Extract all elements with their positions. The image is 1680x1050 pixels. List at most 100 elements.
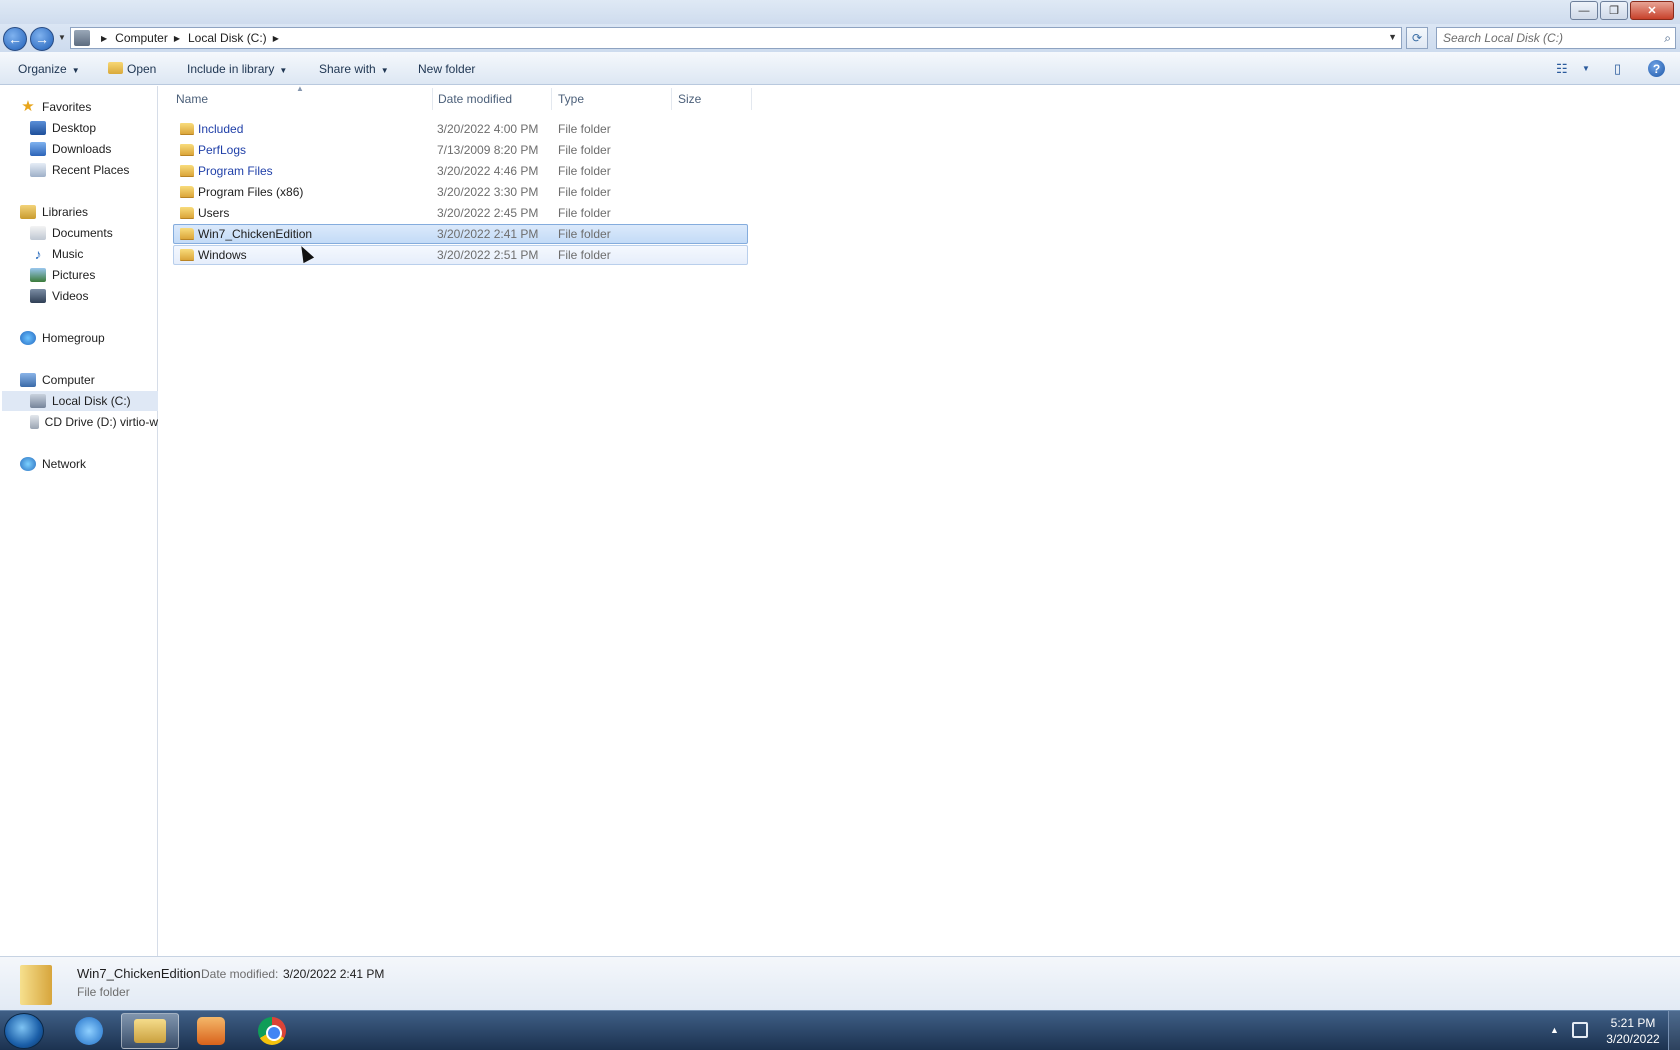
chevron-right-icon[interactable]: ▶ — [101, 34, 107, 43]
file-name: Program Files — [198, 164, 273, 178]
search-icon[interactable]: ⌕ — [1664, 31, 1671, 46]
maximize-button[interactable]: ❐ — [1600, 1, 1628, 20]
file-row-selected[interactable]: Win7_ChickenEdition 3/20/2022 2:41 PM Fi… — [173, 224, 748, 244]
taskbar-chrome[interactable] — [243, 1013, 301, 1049]
nav-label: Documents — [52, 226, 113, 240]
desktop-icon — [30, 121, 46, 135]
taskbar-internet-explorer[interactable] — [60, 1013, 118, 1049]
share-with-label: Share with — [319, 62, 376, 76]
media-player-icon — [197, 1017, 225, 1045]
nav-computer[interactable]: Computer — [20, 370, 95, 390]
nav-music[interactable]: ♪ Music — [30, 244, 84, 264]
taskbar: ▲ 5:21 PM 3/20/2022 — [0, 1010, 1680, 1050]
nav-videos[interactable]: Videos — [30, 286, 88, 306]
nav-documents[interactable]: Documents — [30, 223, 113, 243]
breadcrumb-computer[interactable]: Computer — [115, 31, 168, 45]
minimize-button[interactable]: — — [1570, 1, 1598, 20]
column-header-size[interactable]: Size — [678, 92, 701, 106]
nav-homegroup[interactable]: Homegroup — [20, 328, 105, 348]
file-name: PerfLogs — [198, 143, 247, 157]
folder-open-icon — [108, 62, 123, 74]
folder-icon — [180, 123, 194, 135]
views-dropdown-icon[interactable]: ▼ — [1582, 64, 1590, 73]
show-desktop-button[interactable] — [1668, 1011, 1680, 1050]
file-date: 3/20/2022 2:41 PM — [437, 227, 539, 241]
forward-arrow-icon: → — [35, 31, 49, 47]
chevron-right-icon[interactable]: ▶ — [273, 34, 279, 43]
file-type: File folder — [558, 122, 611, 136]
file-row-hovered[interactable]: Windows 3/20/2022 2:51 PM File folder — [173, 245, 748, 265]
nav-downloads[interactable]: Downloads — [30, 139, 111, 159]
folder-icon — [180, 186, 194, 198]
recent-pages-dropdown[interactable]: ▼ — [58, 33, 66, 42]
column-header-type[interactable]: Type — [558, 92, 584, 106]
address-bar[interactable]: ▶ Computer ▶ Local Disk (C:) ▶ ▼ — [70, 27, 1402, 49]
breadcrumb: ▶ Computer ▶ Local Disk (C:) ▶ — [95, 31, 287, 45]
organize-button[interactable]: Organize ▼ — [18, 62, 80, 76]
share-with-button[interactable]: Share with ▼ — [319, 62, 389, 76]
nav-desktop[interactable]: Desktop — [30, 118, 96, 138]
nav-libraries[interactable]: Libraries — [20, 202, 88, 222]
column-divider[interactable] — [432, 88, 433, 110]
taskbar-windows-explorer[interactable] — [121, 1013, 179, 1049]
file-name: Win7_ChickenEdition — [198, 227, 313, 241]
refresh-button[interactable]: ⟳ — [1406, 27, 1428, 49]
column-divider[interactable] — [751, 88, 752, 110]
preview-pane-icon[interactable]: ▯ — [1614, 61, 1621, 77]
column-header-name[interactable]: Name — [176, 92, 208, 106]
title-bar: — ❐ ✕ — [0, 0, 1680, 24]
search-box[interactable]: ⌕ — [1436, 27, 1676, 49]
nav-local-disk[interactable]: Local Disk (C:) — [2, 391, 158, 411]
address-dropdown-icon[interactable]: ▼ — [1388, 32, 1397, 42]
nav-label: Music — [52, 247, 84, 261]
chevron-down-icon: ▼ — [380, 66, 389, 75]
sort-ascending-icon: ▲ — [296, 84, 304, 93]
column-header-date-modified[interactable]: Date modified — [438, 92, 512, 106]
file-row[interactable]: Users 3/20/2022 2:45 PM File folder — [173, 203, 748, 223]
help-icon[interactable]: ? — [1648, 60, 1665, 77]
nav-label: Videos — [52, 289, 89, 303]
forward-button[interactable]: → — [30, 27, 54, 51]
nav-label: Pictures — [52, 268, 96, 282]
views-icon[interactable]: ☷ — [1556, 61, 1568, 77]
file-row[interactable]: Program Files 3/20/2022 4:46 PM File fol… — [173, 161, 748, 181]
taskbar-media-player[interactable] — [182, 1013, 240, 1049]
chrome-icon — [258, 1017, 286, 1045]
file-date: 3/20/2022 2:51 PM — [437, 248, 539, 262]
include-in-library-button[interactable]: Include in library ▼ — [187, 62, 287, 76]
file-row[interactable]: PerfLogs 7/13/2009 8:20 PM File folder — [173, 140, 748, 160]
show-hidden-icons-icon[interactable]: ▲ — [1550, 1025, 1559, 1035]
column-divider[interactable] — [551, 88, 552, 110]
open-label: Open — [127, 62, 157, 76]
file-type: File folder — [558, 185, 611, 199]
network-tray-icon[interactable] — [1572, 1022, 1588, 1038]
column-divider[interactable] — [671, 88, 672, 110]
back-button[interactable]: ← — [3, 27, 27, 51]
start-button[interactable] — [4, 1013, 44, 1049]
nav-network[interactable]: Network — [20, 454, 86, 474]
chevron-down-icon: ▼ — [279, 66, 288, 75]
clock[interactable]: 5:21 PM 3/20/2022 — [1600, 1015, 1666, 1047]
nav-pictures[interactable]: Pictures — [30, 265, 95, 285]
breadcrumb-local-disk[interactable]: Local Disk (C:) — [188, 31, 267, 45]
search-input[interactable] — [1443, 30, 1643, 46]
nav-label: Downloads — [52, 142, 112, 156]
computer-icon — [20, 373, 36, 387]
nav-recent-places[interactable]: Recent Places — [30, 160, 129, 180]
file-name: Included — [198, 122, 244, 136]
file-row[interactable]: Included 3/20/2022 4:00 PM File folder — [173, 119, 748, 139]
refresh-icon: ⟳ — [1411, 31, 1423, 45]
file-type: File folder — [558, 227, 611, 241]
open-button[interactable]: Open — [108, 62, 156, 76]
nav-favorites[interactable]: ★ Favorites — [20, 97, 91, 117]
cd-drive-icon — [30, 415, 39, 429]
file-row[interactable]: Program Files (x86) 3/20/2022 3:30 PM Fi… — [173, 182, 748, 202]
chevron-right-icon[interactable]: ▶ — [174, 34, 180, 43]
close-button[interactable]: ✕ — [1630, 1, 1674, 20]
new-folder-button[interactable]: New folder — [418, 62, 475, 76]
music-icon: ♪ — [34, 246, 42, 262]
nav-cd-drive[interactable]: CD Drive (D:) virtio-w — [30, 412, 158, 432]
nav-label: Favorites — [42, 100, 92, 114]
details-file-type: File folder — [77, 985, 130, 999]
pictures-icon — [30, 268, 46, 282]
